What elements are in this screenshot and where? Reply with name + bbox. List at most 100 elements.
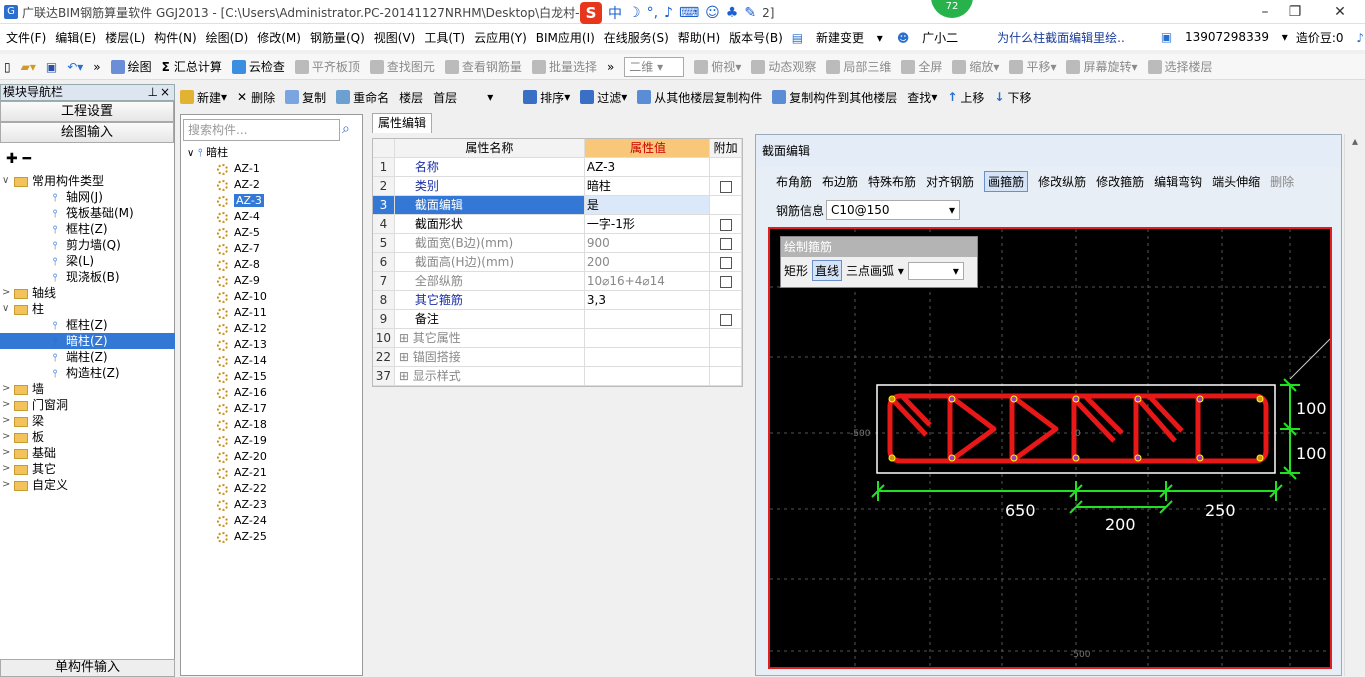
component-item[interactable]: AZ-20 [187,449,267,465]
property-value[interactable]: AZ-3 [585,158,711,176]
price-bean[interactable]: 造价豆:0 ♪ [1296,29,1365,46]
component-item[interactable]: AZ-22 [187,481,267,497]
sogou-icon[interactable]: S [580,2,602,24]
component-item[interactable]: AZ-3 [187,193,267,209]
nav-tree-item[interactable]: ⫯ 梁(L) [0,253,175,269]
wrench-icon[interactable]: ✎ [744,5,756,21]
search-input[interactable]: 搜索构件... [183,119,340,141]
nav-tree-item[interactable]: ∨ 常用构件类型 [0,173,175,189]
component-item[interactable]: AZ-10 [187,289,267,305]
nav-tree-item[interactable]: > 轴线 [0,285,175,301]
nav-tree-item[interactable]: > 自定义 [0,477,175,493]
component-item[interactable]: AZ-8 [187,257,267,273]
rotate-button[interactable]: 屏幕旋转 ▾ [1066,58,1138,75]
fullscreen-button[interactable]: 全屏 [901,58,942,75]
section-tool-button[interactable]: 端头伸缩 [1212,173,1260,190]
restore-icon[interactable]: ❐ [1280,2,1310,22]
menu-modify[interactable]: 修改(M) [257,29,301,46]
expand-icon[interactable]: ∨ [2,301,12,317]
copy-button[interactable]: 复制 [285,89,326,106]
component-item[interactable]: AZ-19 [187,433,267,449]
menu-edit[interactable]: 编辑(E) [55,29,96,46]
property-row[interactable]: 6 截面高(H边)(mm) 200 [373,253,742,272]
menu-draw[interactable]: 绘图(D) [206,29,249,46]
nav-tree-item[interactable]: ⫯ 端柱(Z) [0,349,175,365]
nav-tree-item[interactable]: > 其它 [0,461,175,477]
menu-cloud[interactable]: 云应用(Y) [474,29,527,46]
collapse-icon[interactable]: ∨ [187,148,194,159]
batch-select-button[interactable]: 批量选择 [531,58,597,75]
property-row[interactable]: 7 全部纵筋 10⌀16+4⌀14 [373,272,742,291]
nav-tree-item[interactable]: ⫯ 剪力墙(Q) [0,237,175,253]
cloud-check-button[interactable]: 云检查 [231,58,285,75]
expand-plus-icon[interactable]: ⊞ [399,331,413,345]
property-value[interactable] [585,310,711,328]
view-steel-button[interactable]: 查看钢筋量 [444,58,522,75]
property-value[interactable]: 一字-1形 [585,215,711,233]
rebar-info-select[interactable]: C10@150 ▾ [826,200,961,220]
single-input-button[interactable]: 单构件输入 [0,659,175,677]
expand-icon[interactable]: > [2,429,12,445]
shirt-icon[interactable]: ♣ [726,5,739,21]
property-edit-tab[interactable]: 属性编辑 [372,113,432,133]
property-value[interactable]: 暗柱 [585,177,711,195]
sort-button[interactable]: 排序 ▾ [523,89,570,106]
property-value[interactable] [585,348,711,366]
arc-option-select[interactable]: ▾ [907,261,964,280]
view-mode-select[interactable]: 二维 ▾ [624,56,685,77]
drawing-input-button[interactable]: 绘图输入 [0,122,174,143]
nav-tree-item[interactable]: ⫯ 构造柱(Z) [0,365,175,381]
property-row[interactable]: 37 ⊞ 显示样式 [373,367,742,386]
property-row[interactable]: 1 名称 AZ-3 [373,158,742,177]
new-component-button[interactable]: 新建 ▾ [180,89,227,106]
minimize-icon[interactable]: – [1250,2,1280,22]
nav-close-icon[interactable]: × [160,85,170,100]
account-button[interactable]: ▣ 13907298339 ▾ [1161,30,1288,44]
property-value[interactable]: 是 [584,196,711,214]
property-value[interactable] [585,329,711,347]
property-row[interactable]: 10 ⊞ 其它属性 [373,329,742,348]
menu-bim[interactable]: BIM应用(I) [536,29,595,46]
component-item[interactable]: AZ-4 [187,209,267,225]
select-floor-button[interactable]: 选择楼层 [1147,58,1213,75]
section-canvas[interactable]: 650 200 250 100 100 -500 0 -500 绘制箍筋 矩形 … [768,227,1332,669]
undo-icon[interactable]: ↶▾ [67,60,83,74]
right-scrollbar[interactable]: ▴ [1344,134,1365,676]
expand-icon[interactable]: ∨ [2,173,12,189]
section-tool-button[interactable]: 编辑弯钩 [1154,173,1202,190]
section-tool-button[interactable]: 布角筋 [776,173,812,190]
expand-icon[interactable]: > [2,477,12,493]
expand-all-icon[interactable]: ✚ ━ [6,151,31,167]
menu-tools[interactable]: 工具(T) [424,29,465,46]
nav-tree-item[interactable]: > 门窗洞 [0,397,175,413]
property-value[interactable]: 900 [585,234,711,252]
copy-from-floor-button[interactable]: 从其他楼层复制构件 [637,89,762,106]
more-icon[interactable]: » [93,60,100,74]
nav-tree-item[interactable]: ⫯ 筏板基础(M) [0,205,175,221]
floor-select[interactable]: 首层 ▾ [433,89,513,106]
component-root[interactable]: ∨ ⫯ 暗柱 [187,145,267,161]
mic-icon[interactable]: ♪ [664,5,673,21]
flat-top-button[interactable]: 平齐板顶 [294,58,360,75]
section-tool-button[interactable]: 修改纵筋 [1038,173,1086,190]
zoom-button[interactable]: 缩放 ▾ [952,58,999,75]
expand-icon[interactable]: > [2,397,12,413]
component-item[interactable]: AZ-2 [187,177,267,193]
move-up-button[interactable]: ↑ 上移 [947,89,984,106]
section-tool-button[interactable]: 画箍筋 [984,171,1029,192]
menu-version[interactable]: 版本号(B) [729,29,783,46]
section-tool-button[interactable]: 修改箍筋 [1096,173,1144,190]
component-item[interactable]: AZ-1 [187,161,267,177]
nav-tree-item[interactable]: > 板 [0,429,175,445]
nav-tree-item[interactable]: > 基础 [0,445,175,461]
save-icon[interactable]: ▣ [46,60,57,74]
component-item[interactable]: AZ-21 [187,465,267,481]
component-item[interactable]: AZ-13 [187,337,267,353]
expand-icon[interactable]: > [2,285,12,301]
three-point-arc-button[interactable]: 三点画弧 ▾ [846,262,904,279]
dynamic-view-button[interactable]: 动态观察 [751,58,816,75]
nav-tree-item[interactable]: ⫯ 暗柱(Z) [0,333,175,349]
sum-button[interactable]: Σ 汇总计算 [162,58,222,75]
filter-button[interactable]: 过滤 ▾ [580,89,627,106]
nav-tree-item[interactable]: ⫯ 框柱(Z) [0,221,175,237]
